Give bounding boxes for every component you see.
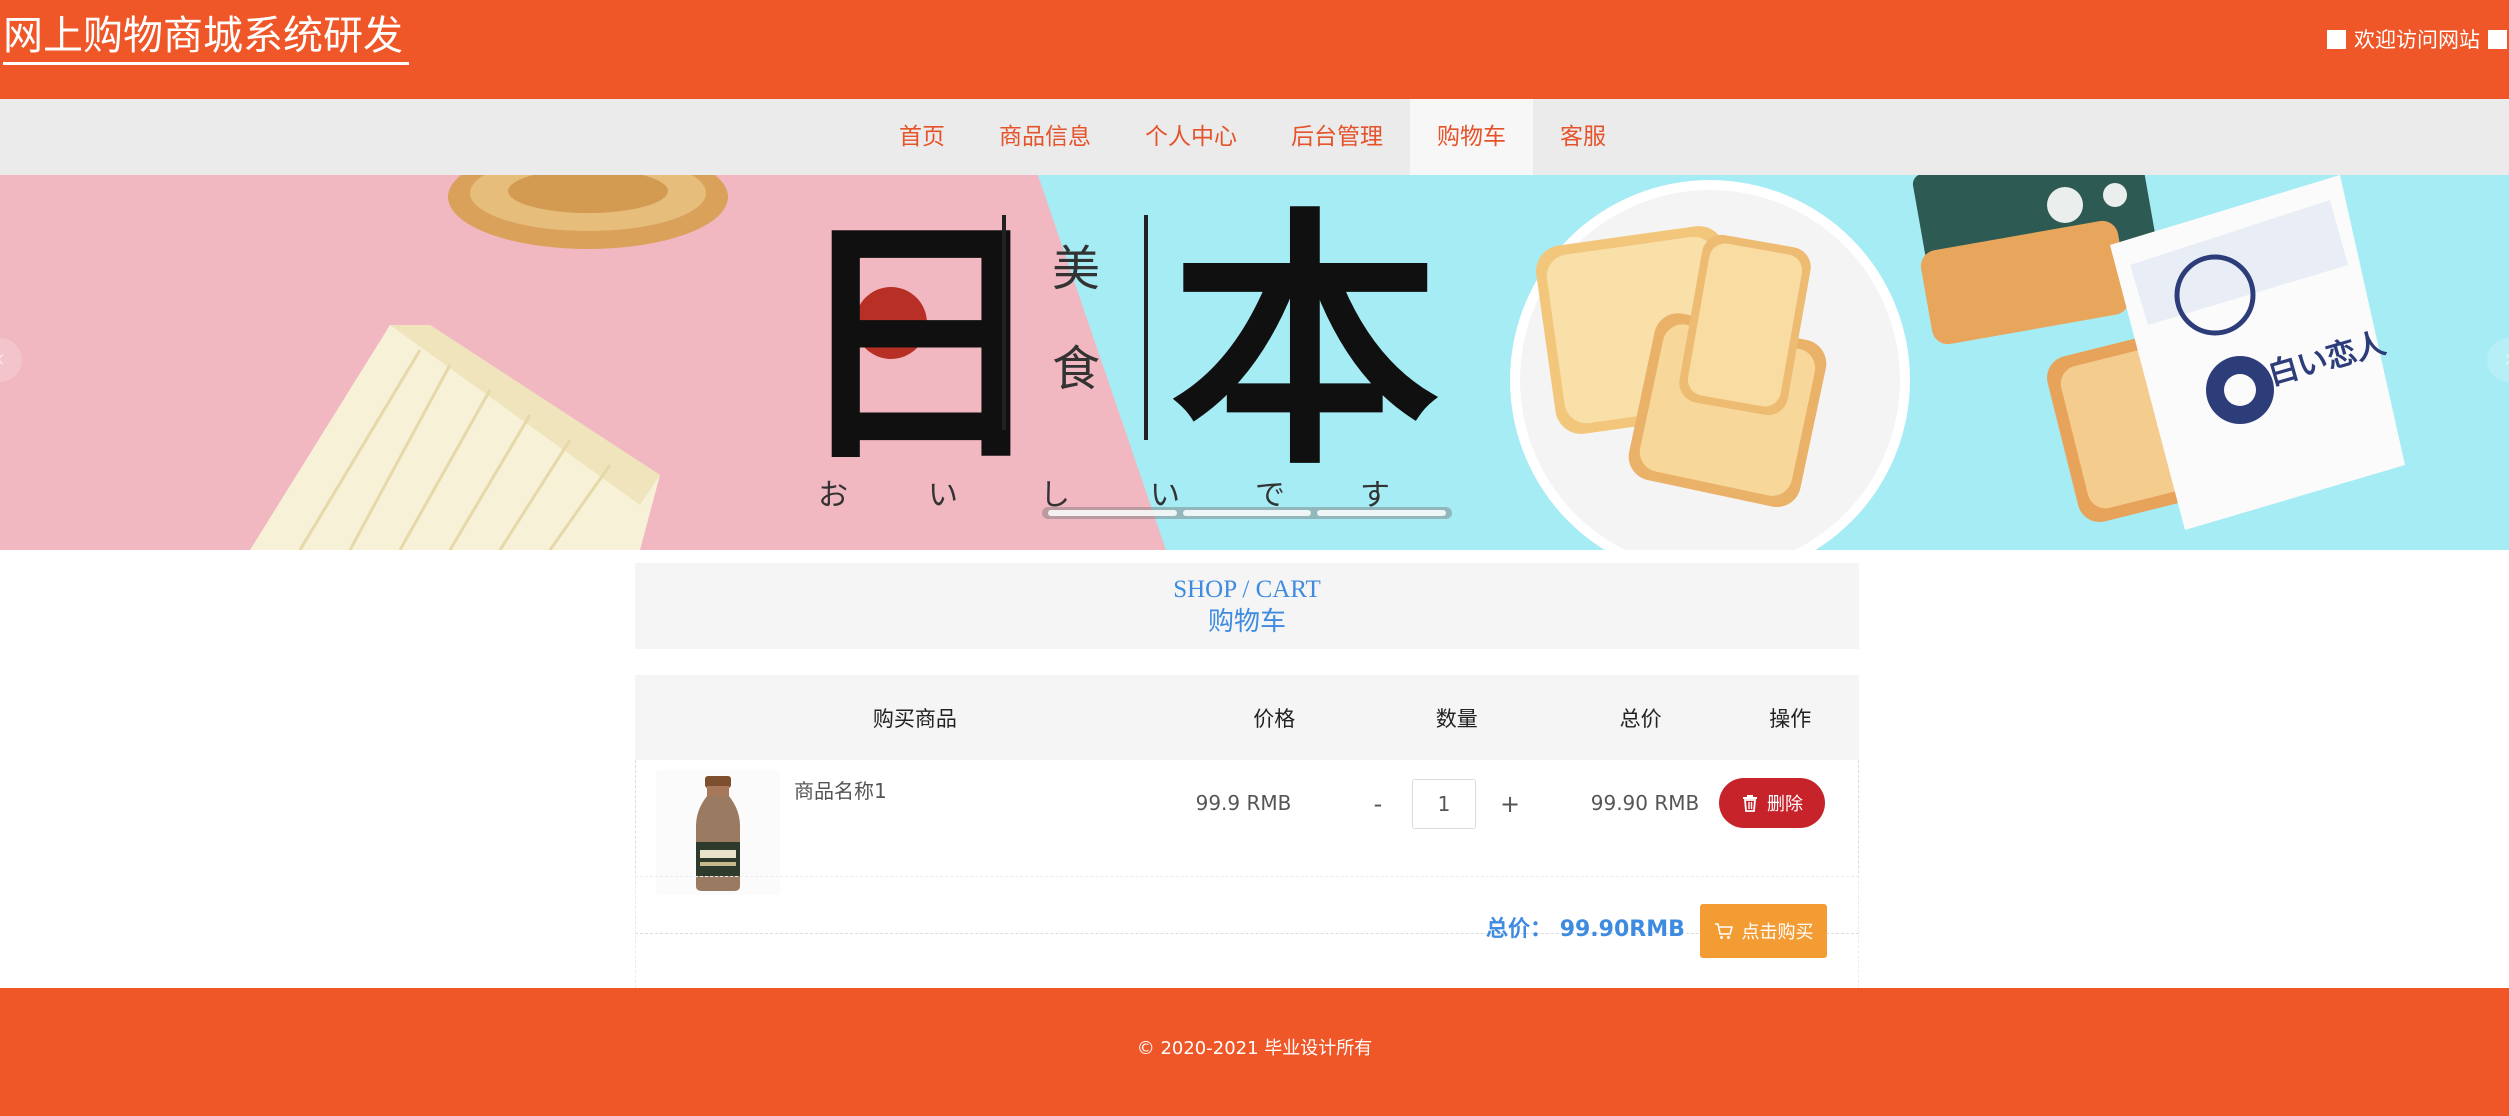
quantity-stepper: - + xyxy=(1331,776,1557,832)
quantity-input[interactable] xyxy=(1412,779,1476,829)
nav-list: 首页 商品信息 个人中心 后台管理 购物车 客服 xyxy=(872,99,1633,175)
square-icon xyxy=(2488,29,2507,49)
banner-carousel[interactable]: 日 美 食 本 お い し い で す 白い恋人 xyxy=(0,175,2509,550)
banner-dot[interactable] xyxy=(1048,510,1177,516)
header-product: 购买商品 xyxy=(872,706,957,731)
operation-cell: 删除 xyxy=(1719,778,1825,828)
nav-item-service[interactable]: 客服 xyxy=(1533,99,1633,175)
product-name[interactable]: 商品名称1 xyxy=(794,775,887,804)
total-label-text: 总价： xyxy=(1486,917,1553,942)
nav-item-home[interactable]: 首页 xyxy=(872,99,972,175)
cart-icon xyxy=(1714,923,1733,939)
header-total: 总价 xyxy=(1619,706,1662,731)
nav-item-admin[interactable]: 后台管理 xyxy=(1264,99,1410,175)
cart-section-header: SHOP / CART 购物车 xyxy=(635,563,1859,649)
banner-dot[interactable] xyxy=(1182,510,1312,516)
header-price: 价格 xyxy=(1253,706,1296,731)
square-icon xyxy=(2327,29,2346,49)
delete-label: 删除 xyxy=(1767,794,1803,815)
banner-small-char-2: 食 xyxy=(1052,341,1100,397)
checkout-label: 点击购买 xyxy=(1741,922,1814,943)
total-label: 总价： 99.90RMB xyxy=(1486,911,1685,943)
header-quantity: 数量 xyxy=(1435,706,1478,731)
welcome-bar: 欢迎访问网站 xyxy=(2327,24,2507,54)
section-title-en: SHOP / CART xyxy=(1173,576,1321,603)
section-title-cn: 购物车 xyxy=(1207,607,1286,636)
top-header: 网上购物商城系统研发 欢迎访问网站 xyxy=(0,0,2509,99)
checkout-button[interactable]: 点击购买 xyxy=(1700,904,1827,958)
delete-button[interactable]: 删除 xyxy=(1719,778,1825,828)
nav-item-cart[interactable]: 购物车 xyxy=(1410,99,1533,175)
site-title[interactable]: 网上购物商城系统研发 xyxy=(3,10,409,65)
trash-icon xyxy=(1743,795,1757,812)
header-operation: 操作 xyxy=(1769,706,1812,731)
nav-item-products[interactable]: 商品信息 xyxy=(972,99,1118,175)
welcome-text[interactable]: 欢迎访问网站 xyxy=(2354,24,2480,54)
table-header: 购买商品 价格 数量 总价 操作 xyxy=(635,675,1859,760)
product-price: 99.9 RMB xyxy=(1195,791,1292,815)
total-value: 99.90RMB xyxy=(1559,917,1685,942)
banner-indicator xyxy=(1042,507,1452,519)
cart-summary: 总价： 99.90RMB 点击购买 xyxy=(635,876,1859,988)
banner-big-char-1: 日 xyxy=(790,192,1050,497)
main-nav: 首页 商品信息 个人中心 后台管理 购物车 客服 xyxy=(0,99,2509,175)
quantity-increase-button[interactable]: + xyxy=(1490,790,1530,818)
banner-kana: い xyxy=(928,478,958,513)
copyright-text: © 2020-2021 毕业设计所有 xyxy=(1136,1038,1373,1059)
banner-dot[interactable] xyxy=(1317,510,1447,516)
nav-item-profile[interactable]: 个人中心 xyxy=(1118,99,1264,175)
quantity-decrease-button[interactable]: - xyxy=(1358,790,1398,818)
banner-small-char-1: 美 xyxy=(1052,241,1100,297)
banner-big-char-2: 本 xyxy=(1170,183,1440,501)
banner-kana: お xyxy=(818,478,848,513)
banner-image: 日 美 食 本 お い し い で す 白い恋人 xyxy=(0,175,2509,550)
row-total: 99.90 RMB xyxy=(1590,791,1700,815)
footer: © 2020-2021 毕业设计所有 xyxy=(0,988,2509,1116)
